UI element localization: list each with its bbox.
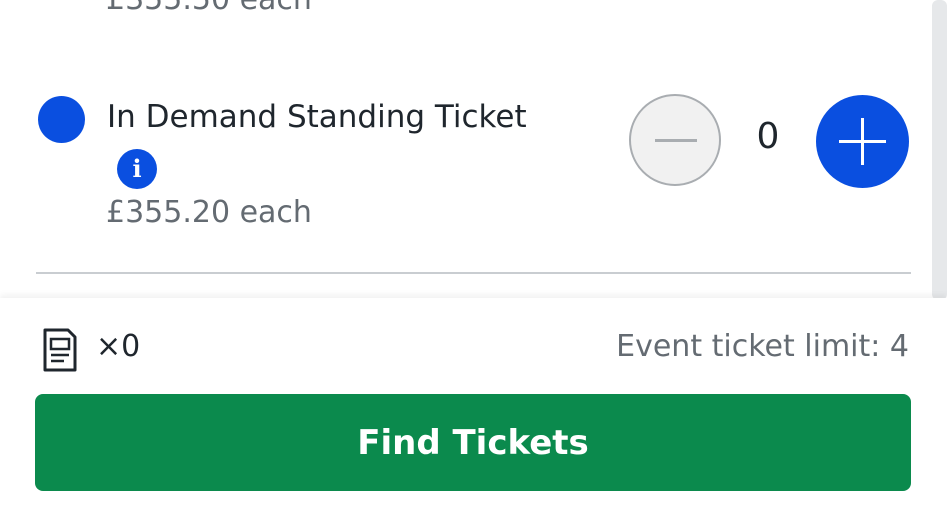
ticket-name: In Demand Standing Ticket <box>107 99 527 135</box>
selected-ticket-count: ×0 <box>96 329 141 364</box>
find-tickets-button[interactable]: Find Tickets <box>35 394 911 491</box>
ticket-price: £355.20 each <box>106 195 312 230</box>
quantity-value: 0 <box>756 116 780 157</box>
minus-icon <box>655 139 697 142</box>
info-icon[interactable]: i <box>117 149 157 189</box>
ticket-type-color-dot <box>38 96 85 143</box>
row-divider <box>36 272 911 274</box>
document-icon <box>43 328 77 372</box>
ticket-row: In Demand Standing Ticket i £355.20 each… <box>0 0 947 300</box>
ticket-selection-screen: £355.50 each In Demand Standing Ticket i… <box>0 0 947 532</box>
ticket-limit-text: Event ticket limit: 4 <box>616 329 909 364</box>
increase-quantity-button[interactable] <box>816 95 909 188</box>
decrease-quantity-button[interactable] <box>629 94 721 186</box>
scrollbar[interactable] <box>932 0 947 300</box>
